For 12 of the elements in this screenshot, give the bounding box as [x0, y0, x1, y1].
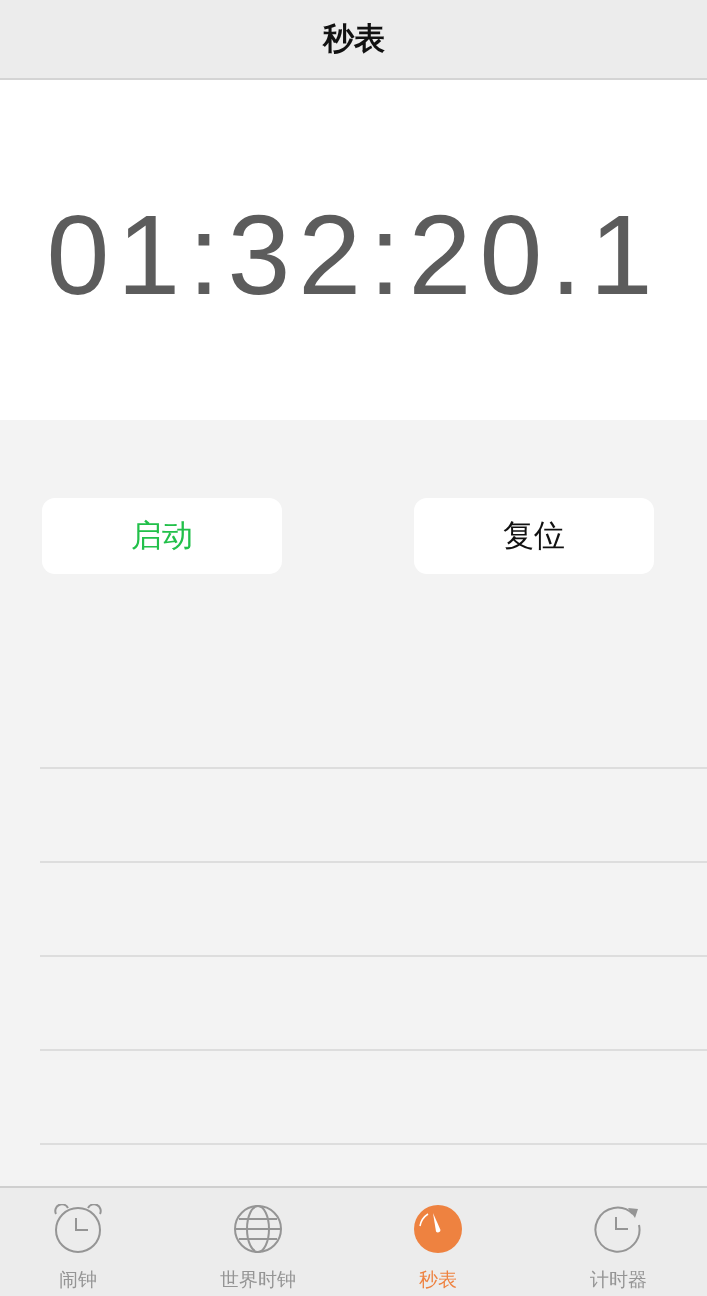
tab[interactable]: 计时器 [589, 1188, 647, 1296]
tab[interactable]: 世界时钟 [220, 1188, 296, 1296]
alarm-clock-icon [53, 1204, 103, 1254]
tab[interactable]: 闹钟 [53, 1188, 103, 1296]
timer-icon [593, 1204, 643, 1254]
start-button[interactable]: 启动 [42, 498, 282, 574]
globe-icon [233, 1204, 283, 1254]
elapsed-time: 01:32:20.1 [46, 192, 661, 318]
tab[interactable]: 秒表 [413, 1188, 463, 1296]
reset-button[interactable]: 复位 [414, 498, 654, 574]
screen-title: 秒表 [322, 20, 385, 58]
stopwatch-icon [413, 1204, 463, 1254]
